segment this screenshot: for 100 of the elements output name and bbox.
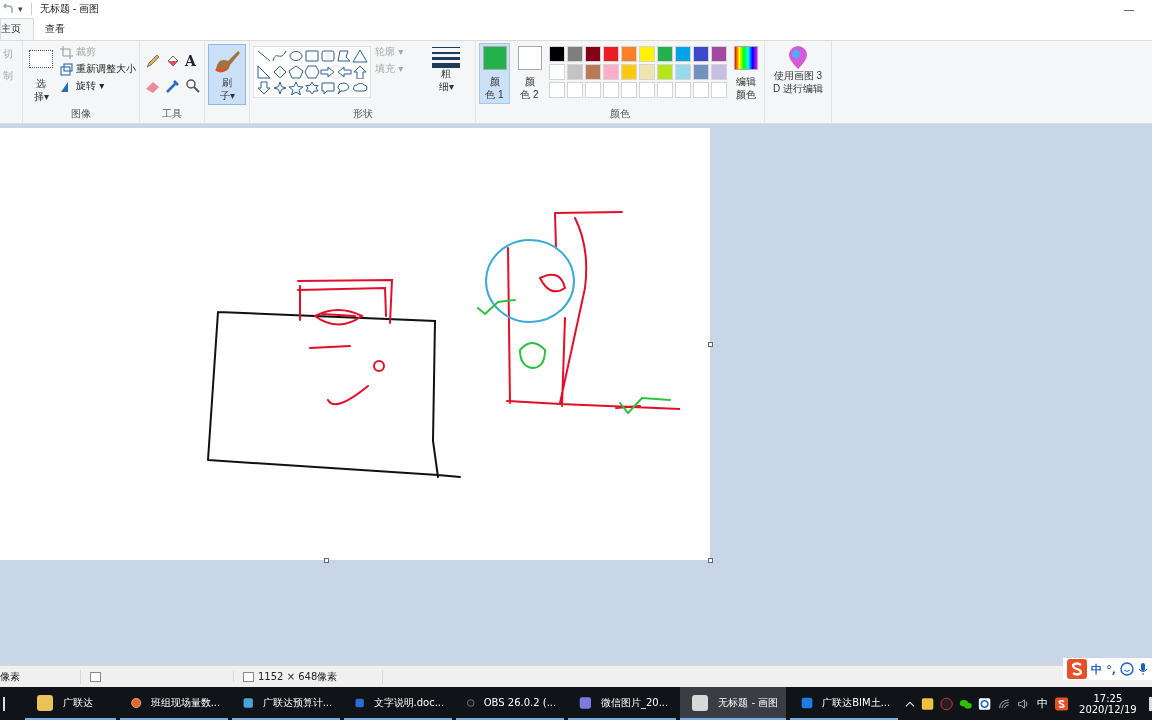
ribbon-tab[interactable]: 主页 — [0, 18, 34, 40]
tray-app-icon[interactable] — [921, 695, 935, 712]
taskbar-item[interactable]: 广联达预算计... — [232, 687, 341, 720]
taskbar-item[interactable]: 无标题 - 画图 — [680, 687, 787, 720]
taskbar-item[interactable]: 微信图片_20... — [568, 687, 677, 720]
palette-swatch[interactable] — [567, 82, 583, 98]
palette-swatch[interactable] — [567, 64, 583, 80]
polygon-icon[interactable] — [336, 49, 352, 63]
resize-handle[interactable] — [708, 558, 713, 563]
taskbar-item[interactable]: 广联达 — [24, 687, 117, 720]
palette-swatch[interactable] — [711, 46, 727, 62]
palette-swatch[interactable] — [639, 46, 655, 62]
four-point-star-icon[interactable] — [272, 81, 288, 95]
crop-icon — [60, 45, 73, 59]
edit-colors-button[interactable]: 编辑颜色 — [731, 43, 761, 104]
five-point-star-icon[interactable] — [288, 81, 304, 95]
resize-icon — [60, 62, 73, 76]
minimize-button[interactable]: — — [1106, 2, 1152, 16]
app-icon — [691, 693, 710, 712]
palette-swatch[interactable] — [693, 46, 709, 62]
palette-swatch[interactable] — [603, 46, 619, 62]
speech-bubble-icon[interactable] — [320, 81, 336, 95]
pentagon-icon[interactable] — [288, 65, 304, 79]
palette-swatch[interactable] — [621, 64, 637, 80]
right-arrow-icon[interactable] — [320, 65, 336, 79]
fill-bucket-icon[interactable] — [165, 53, 181, 69]
text-tool[interactable]: A — [185, 53, 201, 69]
quick-access-dropdown[interactable]: ▾ — [18, 4, 23, 14]
up-arrow-icon[interactable] — [352, 65, 368, 79]
line-thickness-icon — [432, 46, 460, 68]
palette-swatch[interactable] — [657, 82, 673, 98]
down-arrow-icon[interactable] — [256, 81, 272, 95]
palette-swatch[interactable] — [585, 64, 601, 80]
clock-time: 17:25 — [1093, 692, 1123, 704]
canvas-size-icon — [242, 671, 254, 682]
notification-edge[interactable] — [1148, 696, 1152, 711]
group-label: 形状 — [351, 107, 374, 121]
color-slot-button[interactable]: 颜色 1 — [479, 43, 510, 104]
palette-swatch[interactable] — [675, 46, 691, 62]
punctuation-toggle[interactable]: °, — [1106, 662, 1116, 676]
palette-swatch[interactable] — [549, 64, 565, 80]
palette-swatch[interactable] — [639, 82, 655, 98]
image-tool-button[interactable]: 旋转 ▾ — [60, 79, 136, 93]
image-tool-button[interactable]: 重新调整大小 — [60, 62, 136, 76]
chevron-up-icon[interactable] — [905, 699, 916, 708]
palette-swatch[interactable] — [675, 64, 691, 80]
color-picker-icon[interactable] — [165, 78, 181, 94]
color-slot-button[interactable]: 颜色 2 — [514, 43, 545, 104]
tray-app-icon[interactable] — [978, 695, 992, 712]
microphone-icon[interactable] — [1138, 662, 1148, 676]
palette-swatch[interactable] — [603, 82, 619, 98]
paint-3d-button[interactable]: 使用画图 3D 进行编辑 — [768, 43, 828, 98]
left-arrow-icon[interactable] — [336, 65, 352, 79]
taskbar-item[interactable]: 文字说明.doc... — [344, 687, 453, 720]
canvas-size-text: 1152 × 648像素 — [258, 669, 338, 684]
taskbar-item[interactable]: 班组现场量数... — [120, 687, 229, 720]
taskbar-clock[interactable]: 17:25 2020/12/19 — [1071, 692, 1145, 715]
right-triangle-icon[interactable] — [256, 65, 272, 79]
triangle-icon[interactable] — [352, 49, 368, 63]
undo-icon[interactable] — [2, 3, 14, 15]
selection-size-icon — [89, 671, 101, 682]
oval-callout-icon[interactable] — [336, 81, 352, 95]
palette-swatch[interactable] — [711, 82, 727, 98]
start-button-edge[interactable] — [3, 696, 5, 711]
palette-swatch[interactable] — [567, 46, 583, 62]
taskbar-item[interactable]: 广联达BIM土... — [790, 687, 899, 720]
pencil-icon[interactable] — [145, 53, 161, 69]
input-language-indicator[interactable]: 中 — [1032, 696, 1052, 711]
line-icon[interactable] — [256, 49, 272, 63]
diamond-icon[interactable] — [272, 65, 288, 79]
palette-swatch[interactable] — [693, 82, 709, 98]
hexagon-icon[interactable] — [304, 65, 320, 79]
cloud-callout-icon[interactable] — [352, 81, 368, 95]
window-title: 无标题 - 画图 — [39, 2, 100, 16]
palette-swatch[interactable] — [621, 46, 637, 62]
taskbar-item[interactable]: OBS 26.0.2 (... — [456, 687, 565, 720]
brush-button[interactable]: 刷子▾ — [208, 44, 246, 105]
select-button[interactable]: 选择▾ — [26, 43, 56, 106]
curve-icon[interactable] — [272, 49, 288, 63]
palette-swatch[interactable] — [693, 64, 709, 80]
resize-handle[interactable] — [708, 342, 713, 347]
smiley-icon[interactable] — [1120, 662, 1134, 676]
palette-swatch[interactable] — [585, 46, 601, 62]
palette-swatch[interactable] — [549, 46, 565, 62]
app-icon — [35, 693, 54, 712]
six-point-star-icon[interactable] — [304, 81, 320, 95]
magnifier-icon[interactable] — [185, 78, 201, 94]
palette-swatch[interactable] — [549, 82, 565, 98]
size-button[interactable]: 粗细▾ — [429, 43, 463, 96]
palette-swatch[interactable] — [603, 64, 619, 80]
resize-handle[interactable] — [324, 558, 329, 563]
palette-swatch[interactable] — [657, 64, 673, 80]
palette-swatch[interactable] — [639, 64, 655, 80]
input-mode-toggle[interactable]: 中 — [1091, 661, 1103, 677]
palette-swatch[interactable] — [585, 82, 601, 98]
palette-swatch[interactable] — [621, 82, 637, 98]
palette-swatch[interactable] — [711, 64, 727, 80]
palette-swatch[interactable] — [675, 82, 691, 98]
group-label: 工具 — [161, 107, 183, 121]
palette-swatch[interactable] — [657, 46, 673, 62]
